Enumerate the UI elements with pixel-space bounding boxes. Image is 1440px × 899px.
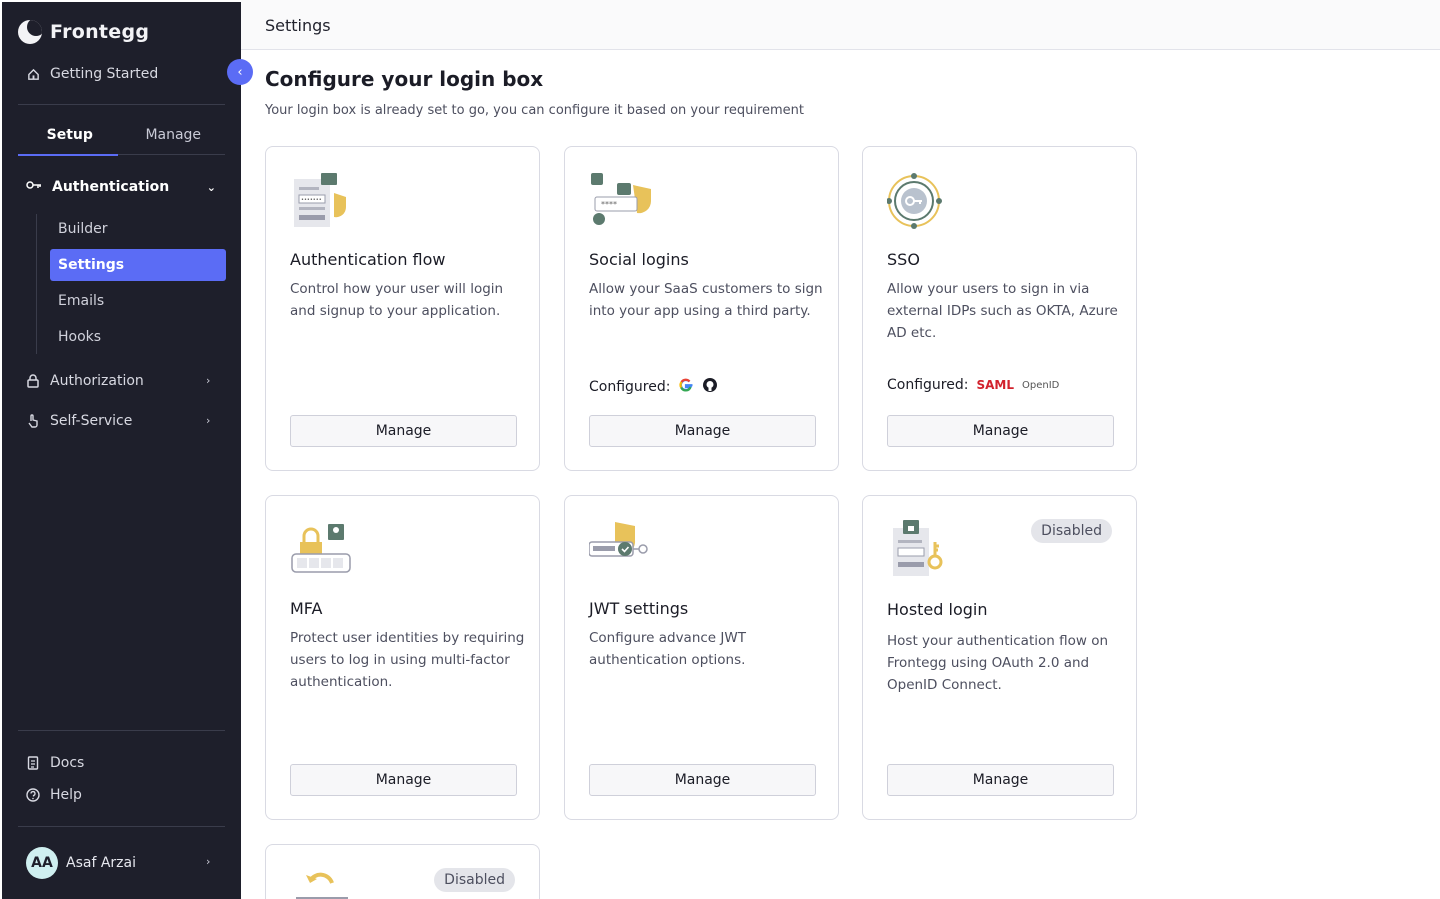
status-badge: Disabled	[1031, 519, 1112, 543]
nav-builder[interactable]: Builder	[50, 213, 226, 245]
card-hosted-login: Disabled Hosted login Host your authenti…	[862, 495, 1137, 820]
chevron-right-icon: ›	[206, 414, 211, 427]
tab-setup[interactable]: Setup	[18, 120, 122, 156]
card-sso: SSO Allow your users to sign in via exte…	[862, 146, 1137, 471]
card-description: Host your authentication flow on Fronteg…	[887, 633, 1109, 693]
card-description: Configure advance JWT authentication opt…	[589, 630, 746, 668]
manage-social-logins-button[interactable]: Manage	[589, 415, 816, 447]
chevron-right-icon: ›	[206, 855, 211, 868]
hand-pointer-icon	[26, 414, 40, 428]
document-icon	[26, 756, 40, 770]
login-form-shield-icon: •••••••	[290, 171, 354, 231]
card-title: Social logins	[589, 250, 689, 269]
nav-settings[interactable]: Settings	[50, 249, 226, 281]
status-badge: Disabled	[434, 868, 515, 892]
nav-help[interactable]: Help	[26, 783, 82, 807]
home-icon	[26, 67, 40, 81]
submenu-guide-line	[36, 214, 37, 354]
lock-icon	[26, 374, 40, 388]
chevron-left-icon: ‹	[237, 64, 243, 80]
card-description: Control how your user will login and sig…	[290, 281, 504, 319]
card-social-logins: **** Social logins Allow your SaaS custo…	[564, 146, 839, 471]
user-divider	[18, 826, 225, 827]
configured-providers: Configured: SAML OpenID	[887, 377, 1059, 393]
brand-logo[interactable]: Frontegg	[18, 18, 149, 46]
card-title: SSO	[887, 250, 920, 269]
key-icon	[26, 179, 42, 195]
saml-logo: SAML	[976, 378, 1014, 392]
card-description: Allow your SaaS customers to sign into y…	[589, 281, 823, 319]
nav-docs[interactable]: Docs	[26, 751, 84, 775]
sidebar: Frontegg Getting Started Setup Manage Au…	[2, 2, 241, 899]
sidebar-bottom-divider	[18, 730, 225, 731]
nav-help-label: Help	[50, 787, 82, 803]
nav-authorization[interactable]: Authorization	[26, 369, 144, 393]
manage-mfa-button[interactable]: Manage	[290, 764, 517, 796]
manage-authentication-flow-button[interactable]: Manage	[290, 415, 517, 447]
svg-text:•••••••: •••••••	[301, 197, 322, 203]
nav-emails[interactable]: Emails	[50, 285, 226, 317]
svg-text:****: ****	[601, 200, 617, 209]
user-profile[interactable]: AA Asaf Arzai	[26, 847, 136, 879]
page-subtitle: Your login box is already set to go, you…	[265, 103, 804, 118]
sidebar-divider	[18, 104, 225, 105]
card-title: Authentication flow	[290, 250, 446, 269]
nav-authentication[interactable]: Authentication ⌄	[26, 175, 216, 199]
tab-manage[interactable]: Manage	[122, 120, 226, 156]
nav-self-service-label: Self-Service	[50, 413, 133, 429]
sso-key-icon	[886, 171, 951, 231]
nav-docs-label: Docs	[50, 755, 85, 771]
configured-label: Configured:	[887, 377, 969, 393]
chevron-right-icon: ›	[206, 374, 211, 387]
collapse-sidebar-button[interactable]: ‹	[227, 59, 253, 85]
active-tab-indicator	[18, 154, 118, 156]
card-title: Hosted login	[887, 600, 988, 619]
manage-hosted-login-button[interactable]: Manage	[887, 764, 1114, 796]
mfa-code-lock-icon	[290, 520, 354, 580]
nav-self-service[interactable]: Self-Service	[26, 409, 132, 433]
nav-hooks[interactable]: Hooks	[50, 321, 226, 353]
github-icon	[702, 377, 718, 397]
card-jwt-settings: JWT settings Configure advance JWT authe…	[564, 495, 839, 820]
avatar: AA	[26, 847, 58, 879]
jwt-token-icon	[588, 520, 653, 580]
nav-getting-started[interactable]: Getting Started	[26, 62, 158, 86]
card-title: JWT settings	[589, 599, 689, 618]
brand-name: Frontegg	[50, 21, 150, 43]
card-mfa: MFA Protect user identities by requiring…	[265, 495, 540, 820]
card-authentication-flow: ••••••• Authentication flow Control how …	[265, 146, 540, 471]
page-title: Configure your login box	[265, 67, 544, 91]
openid-logo: OpenID	[1022, 379, 1060, 391]
card-title: MFA	[290, 599, 323, 618]
topbar: Settings	[241, 0, 1440, 50]
nav-authentication-label: Authentication	[52, 179, 170, 195]
hosted-login-key-icon	[887, 520, 951, 580]
configured-providers: Configured:	[589, 377, 718, 397]
refresh-icon	[290, 871, 354, 899]
manage-jwt-settings-button[interactable]: Manage	[589, 764, 816, 796]
user-name: Asaf Arzai	[66, 855, 136, 871]
nav-authorization-label: Authorization	[50, 373, 144, 389]
frontegg-logo-icon	[18, 20, 42, 44]
google-icon	[678, 377, 694, 397]
topbar-title: Settings	[265, 16, 331, 35]
card-partial: Disabled	[265, 844, 540, 899]
social-login-icon: ****	[589, 171, 653, 231]
configured-label: Configured:	[589, 379, 671, 395]
chevron-down-icon: ⌄	[206, 180, 216, 194]
sidebar-tabs: Setup Manage	[18, 120, 225, 156]
manage-sso-button[interactable]: Manage	[887, 415, 1114, 447]
nav-getting-started-label: Getting Started	[50, 66, 159, 82]
help-icon	[26, 788, 40, 802]
card-description: Allow your users to sign in via external…	[887, 281, 1118, 341]
card-description: Protect user identities by requiring use…	[290, 630, 525, 690]
